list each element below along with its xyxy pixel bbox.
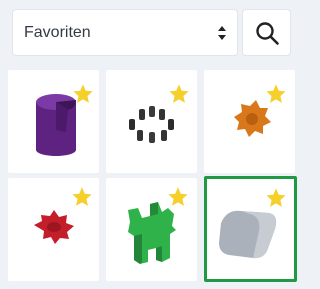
favorite-star-icon[interactable] [265, 187, 287, 209]
toolbar: Favoriten [0, 0, 300, 62]
search-button[interactable] [242, 9, 291, 56]
favorite-star-icon[interactable] [72, 83, 94, 105]
search-icon [256, 22, 279, 45]
favorite-star-icon[interactable] [265, 83, 287, 105]
select-updown-icon [218, 26, 226, 40]
shape-tile-gray-block-selected[interactable] [204, 176, 297, 282]
category-select-value: Favoriten [24, 23, 91, 41]
favorite-star-icon[interactable] [71, 186, 93, 208]
favorites-grid [0, 62, 300, 289]
shape-tile-red-gear[interactable] [8, 178, 99, 281]
shape-tile-peg-ring[interactable] [106, 70, 197, 173]
shape-tile-purple-cylinder[interactable] [8, 70, 99, 173]
shape-tile-green-profile[interactable] [106, 178, 197, 281]
category-select[interactable]: Favoriten [12, 9, 238, 56]
favorite-star-icon[interactable] [168, 83, 190, 105]
shape-tile-orange-gear[interactable] [204, 70, 295, 173]
favorite-star-icon[interactable] [167, 186, 189, 208]
